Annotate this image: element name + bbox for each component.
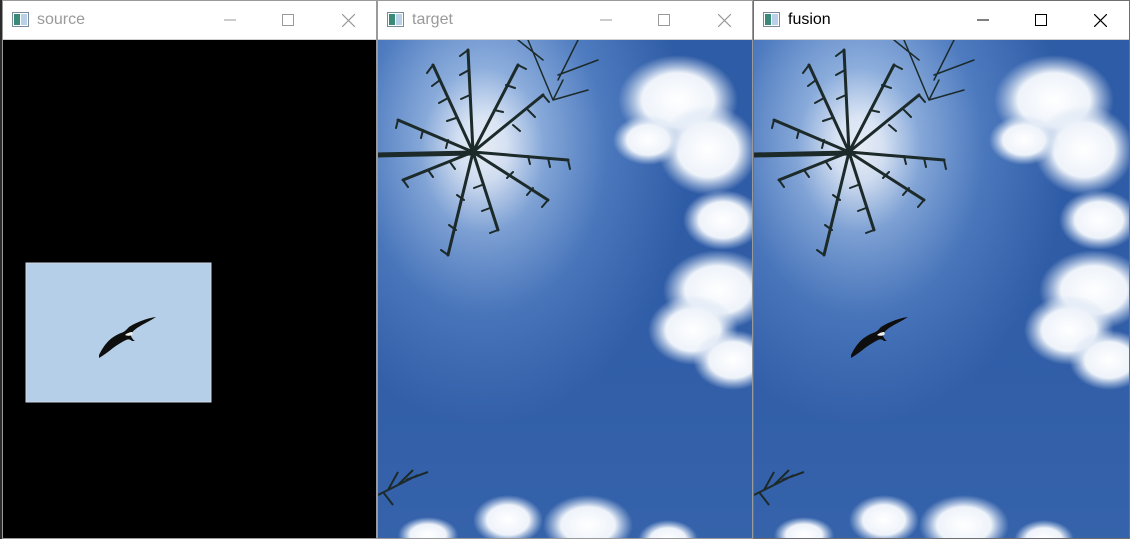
minimize-button[interactable] <box>954 1 1012 39</box>
maximize-button[interactable] <box>635 1 693 39</box>
close-button[interactable] <box>695 1 752 39</box>
maximize-icon <box>658 14 670 26</box>
minimize-button[interactable] <box>577 1 635 39</box>
minimize-button[interactable] <box>201 1 259 39</box>
fusion-window: fusion <box>753 0 1130 539</box>
window-title: target <box>412 11 453 28</box>
source-canvas <box>3 40 376 538</box>
app-icon <box>387 12 404 27</box>
source-image <box>3 40 376 538</box>
maximize-button[interactable] <box>259 1 317 39</box>
target-canvas <box>378 40 752 538</box>
target-titlebar[interactable]: target <box>378 1 752 40</box>
app-icon <box>763 12 780 27</box>
minimize-icon <box>600 19 612 21</box>
close-icon <box>717 13 731 27</box>
window-title: source <box>37 11 86 28</box>
close-button[interactable] <box>1071 1 1129 39</box>
source-titlebar[interactable]: source <box>3 1 376 40</box>
fusion-titlebar[interactable]: fusion <box>754 1 1129 40</box>
window-title: fusion <box>788 11 831 28</box>
app-icon <box>12 12 29 27</box>
minimize-icon <box>977 19 989 21</box>
source-patch <box>25 262 212 403</box>
target-window: target <box>377 0 753 539</box>
maximize-icon <box>1035 14 1047 26</box>
maximize-icon <box>282 14 294 26</box>
minimize-icon <box>224 19 236 21</box>
close-button[interactable] <box>319 1 376 39</box>
close-icon <box>341 13 355 27</box>
fusion-image <box>754 40 1129 538</box>
fusion-canvas <box>754 40 1129 538</box>
maximize-button[interactable] <box>1012 1 1070 39</box>
target-image <box>378 40 752 538</box>
source-window: source <box>2 0 377 539</box>
close-icon <box>1093 13 1107 27</box>
